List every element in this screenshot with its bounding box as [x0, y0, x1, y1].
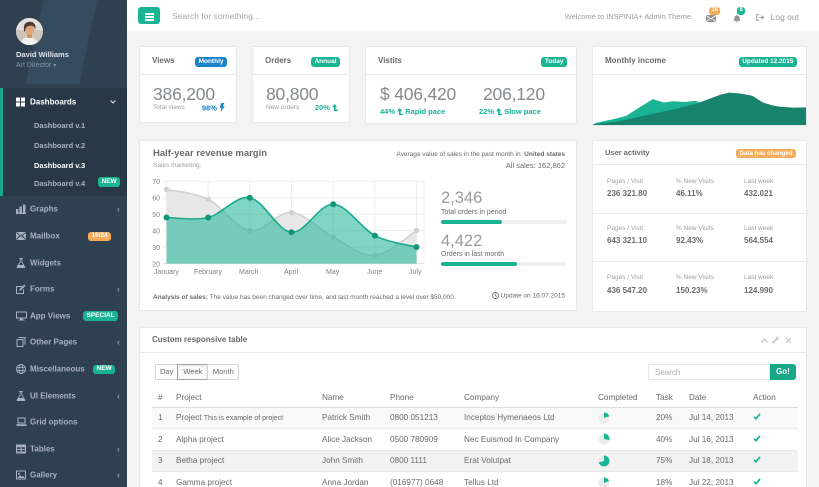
svg-text:70: 70 — [152, 179, 160, 186]
svg-text:January: January — [154, 269, 179, 276]
svg-text:February: February — [194, 269, 223, 276]
svg-text:July: July — [409, 269, 422, 276]
svg-text:40: 40 — [152, 229, 160, 236]
svg-text:30: 30 — [152, 245, 160, 252]
svg-text:April: April — [284, 269, 298, 276]
svg-text:May: May — [326, 269, 340, 276]
svg-text:March: March — [239, 269, 259, 276]
svg-text:50: 50 — [152, 212, 160, 219]
svg-text:20: 20 — [152, 262, 160, 269]
svg-text:60: 60 — [152, 196, 160, 203]
svg-text:June: June — [367, 269, 382, 276]
